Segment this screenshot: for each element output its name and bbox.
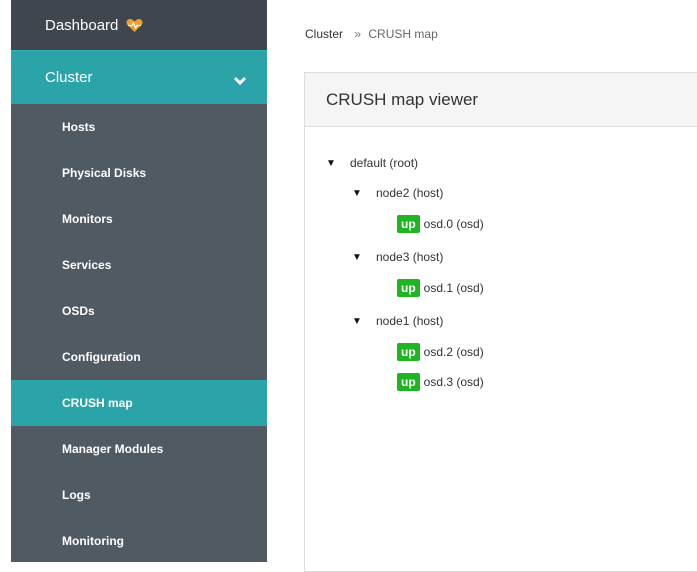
expand-toggle-icon[interactable]: ▼ (326, 158, 338, 169)
sidebar-item-crush-map[interactable]: CRUSH map (11, 380, 267, 426)
expand-toggle-icon[interactable]: ▼ (352, 188, 364, 199)
sidebar-item-label: Physical Disks (62, 166, 147, 180)
tree-node-label: node2 (host) (376, 186, 444, 200)
breadcrumb-separator: » (354, 27, 362, 41)
tree-node-osd[interactable]: up osd.3 (osd) (397, 372, 484, 392)
tree-node-osd[interactable]: up osd.0 (osd) (397, 214, 484, 234)
sidebar-item-label: Services (62, 258, 112, 272)
sidebar-item-logs[interactable]: Logs (11, 472, 267, 518)
sidebar-item-physical-disks[interactable]: Physical Disks (11, 150, 267, 196)
tree-node-label: osd.1 (osd) (423, 281, 484, 295)
sidebar-item-services[interactable]: Services (11, 242, 267, 288)
tree-node-label: osd.0 (osd) (423, 217, 484, 231)
sidebar-item-monitors[interactable]: Monitors (11, 196, 267, 242)
status-badge: up (397, 373, 420, 391)
sidebar-item-hosts[interactable]: Hosts (11, 104, 267, 150)
tree-node-label: node3 (host) (376, 250, 444, 264)
sidebar-item-label: OSDs (62, 304, 95, 318)
sidebar-item-label: Configuration (62, 350, 141, 364)
sidebar-item-manager-modules[interactable]: Manager Modules (11, 426, 267, 472)
sidebar-item-label: Logs (62, 488, 91, 502)
sidebar-item-label: Dashboard (45, 16, 119, 34)
sidebar-item-label: CRUSH map (62, 396, 133, 410)
sidebar-item-label: Hosts (62, 120, 96, 134)
breadcrumb-link-cluster[interactable]: Cluster (305, 27, 343, 41)
status-badge: up (397, 279, 420, 297)
sidebar-item-label: Cluster (45, 69, 93, 86)
crush-map-panel: CRUSH map viewer ▼ default (root) ▼ node… (304, 72, 697, 572)
tree-node-osd[interactable]: up osd.1 (osd) (397, 278, 484, 298)
tree-node-host[interactable]: ▼ node3 (host) (352, 247, 443, 267)
status-badge: up (397, 343, 420, 361)
tree-node-osd[interactable]: up osd.2 (osd) (397, 342, 484, 362)
tree-node-label: osd.2 (osd) (423, 345, 484, 359)
heartbeat-icon (126, 18, 143, 33)
tree-node-label: default (root) (350, 156, 419, 170)
tree-node-host[interactable]: ▼ node1 (host) (352, 311, 443, 331)
sidebar-item-label: Monitoring (62, 534, 124, 548)
tree-node-root[interactable]: ▼ default (root) (326, 153, 418, 173)
sidebar-item-cluster[interactable]: Cluster (11, 50, 267, 104)
status-badge: up (397, 215, 420, 233)
tree-node-label: node1 (host) (376, 314, 444, 328)
expand-toggle-icon[interactable]: ▼ (352, 252, 364, 263)
panel-title: CRUSH map viewer (305, 73, 697, 127)
sidebar-item-monitoring[interactable]: Monitoring (11, 518, 267, 562)
sidebar-item-dashboard[interactable]: Dashboard (11, 0, 267, 50)
tree-node-label: osd.3 (osd) (423, 375, 484, 389)
sidebar-item-osds[interactable]: OSDs (11, 288, 267, 334)
expand-toggle-icon[interactable]: ▼ (352, 316, 364, 327)
tree-node-host[interactable]: ▼ node2 (host) (352, 183, 443, 203)
breadcrumb: Cluster » CRUSH map (305, 27, 438, 41)
chevron-down-icon (233, 73, 247, 85)
sidebar-item-configuration[interactable]: Configuration (11, 334, 267, 380)
sidebar-item-label: Monitors (62, 212, 113, 226)
sidebar-item-label: Manager Modules (62, 442, 164, 456)
breadcrumb-current: CRUSH map (368, 27, 438, 41)
sidebar: Dashboard Cluster Hosts Physical Disks M… (11, 0, 267, 562)
